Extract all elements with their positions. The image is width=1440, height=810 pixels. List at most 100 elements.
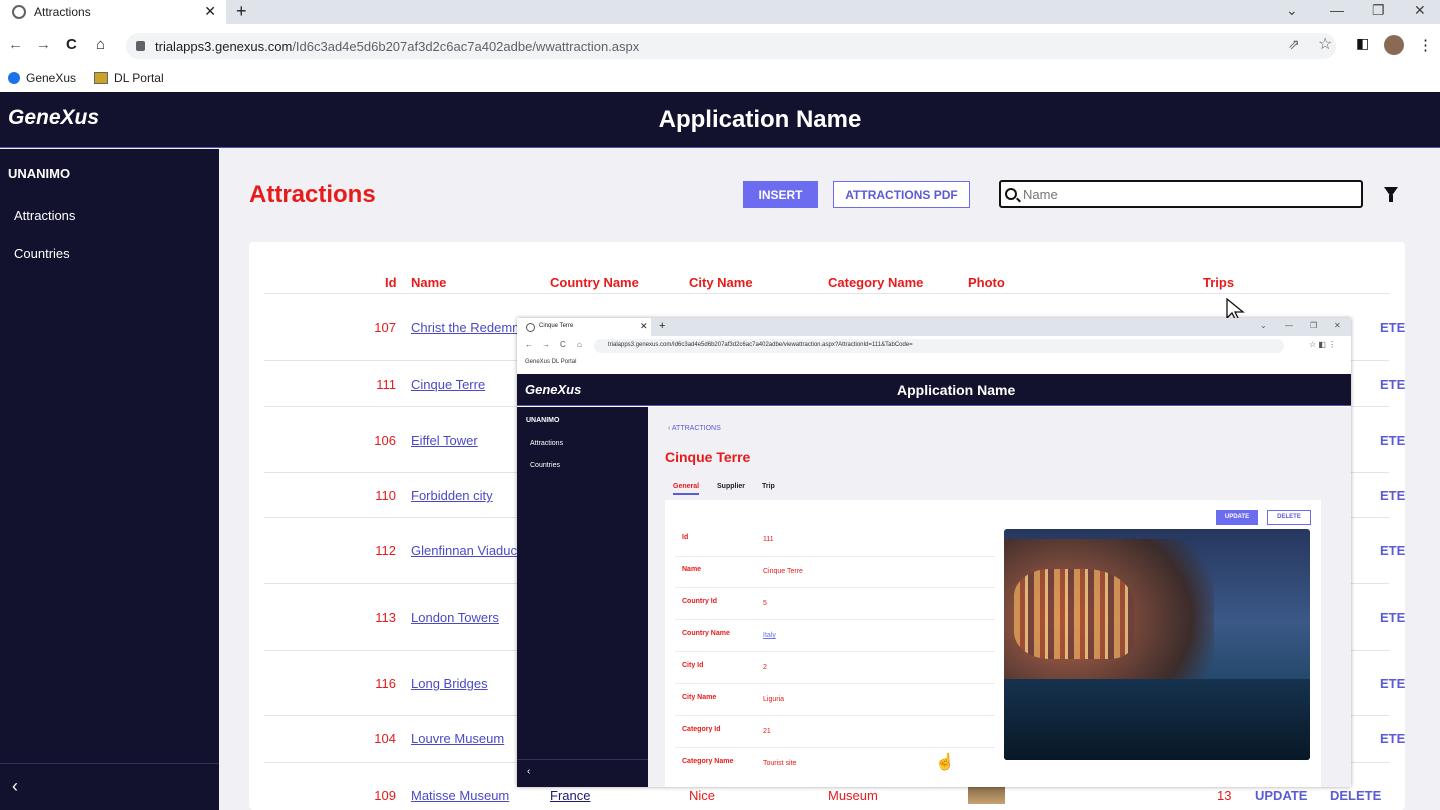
delete-link[interactable]: ETE (1380, 676, 1406, 691)
field-value: Cinque Terre (763, 568, 803, 575)
overlay-sidebar-item-attractions[interactable]: Attractions (530, 440, 563, 447)
cell-name-link[interactable]: Long Bridges (411, 676, 488, 691)
update-button[interactable]: UPDATE (1216, 510, 1258, 525)
home-icon[interactable]: ⌂ (96, 36, 105, 53)
cell-name-link[interactable]: London Towers (411, 610, 499, 625)
delete-link[interactable]: ETE (1380, 610, 1406, 625)
overlay-forward-icon[interactable]: → (542, 340, 550, 349)
filter-icon[interactable] (1384, 187, 1398, 202)
tab-supplier[interactable]: Supplier (717, 483, 745, 490)
delete-link[interactable]: ETE (1380, 731, 1406, 746)
restore-icon[interactable]: ❐ (1372, 2, 1385, 19)
col-header-id: Id (385, 275, 397, 290)
field-value: Tourist site (763, 760, 797, 767)
divider (675, 556, 995, 557)
divider (675, 715, 995, 716)
bookmark-dl-portal[interactable]: DL Portal (94, 71, 164, 85)
cell-name-link[interactable]: Cinque Terre (411, 377, 485, 392)
overlay-restore-icon[interactable]: ❐ (1310, 321, 1317, 330)
sidebar-item-attractions[interactable]: Attractions (14, 208, 75, 223)
update-link[interactable]: UPDATE (1255, 788, 1307, 803)
cell-id: 107 (374, 320, 396, 335)
minimize-icon[interactable]: — (1330, 2, 1344, 18)
field-label: Country Id (682, 598, 717, 605)
delete-link[interactable]: ETE (1380, 488, 1406, 503)
new-tab-icon[interactable]: + (236, 1, 247, 22)
close-window-icon[interactable]: ✕ (1414, 2, 1426, 19)
cell-name-link[interactable]: Louvre Museum (411, 731, 504, 746)
overlay-star-icon[interactable]: ☆ ◧ ⋮ (1309, 340, 1336, 349)
col-header-trips: Trips (1203, 275, 1235, 290)
overlay-close-tab-icon[interactable]: ✕ (640, 321, 648, 332)
url-host: trialapps3.genexus.com (155, 38, 293, 54)
sidepanel-icon[interactable]: ◧ (1356, 35, 1369, 52)
divider (675, 747, 995, 748)
delete-link[interactable]: ETE (1380, 543, 1406, 558)
delete-link[interactable]: DELETE (1330, 788, 1381, 803)
attraction-photo (1004, 529, 1310, 760)
cell-name-link[interactable]: Eiffel Tower (411, 433, 478, 448)
overlay-collapse-icon[interactable]: ‹ (517, 759, 648, 777)
tab-search-icon[interactable]: ⌄ (1286, 2, 1298, 19)
overlay-back-icon[interactable]: ← (525, 340, 533, 349)
bookmark-label: GeneXus (26, 71, 77, 85)
collapse-sidebar-icon[interactable]: ‹ (0, 763, 219, 810)
field-value-link[interactable]: Italy (763, 632, 776, 639)
close-tab-icon[interactable]: ✕ (204, 3, 216, 20)
overlay-minimize-icon[interactable]: — (1285, 321, 1293, 330)
delete-link[interactable]: ETE (1380, 377, 1406, 392)
field-value: 2 (763, 664, 767, 671)
field-label: Category Name (682, 758, 734, 765)
cell-name-link[interactable]: Christ the Redemm (411, 320, 523, 335)
overlay-new-tab-icon[interactable]: + (659, 320, 665, 332)
cell-id: 110 (375, 488, 396, 503)
cell-country-link[interactable]: France (550, 788, 590, 803)
divider (675, 651, 995, 652)
menu-icon[interactable]: ⋮ (1418, 36, 1433, 54)
share-icon[interactable]: ⇗ (1288, 36, 1300, 53)
cell-id: 116 (375, 676, 396, 691)
cell-name-link[interactable]: Forbidden city (411, 488, 493, 503)
field-value: 21 (763, 728, 771, 735)
lock-icon (136, 41, 145, 51)
cell-id: 112 (375, 543, 396, 558)
search-box[interactable] (999, 180, 1363, 208)
delete-button[interactable]: DELETE (1267, 510, 1311, 525)
attractions-pdf-button[interactable]: ATTRACTIONS PDF (833, 181, 970, 208)
overlay-home-icon[interactable]: ⌂ (577, 340, 582, 349)
overlay-app-header: GeneXus Application Name (517, 374, 1351, 406)
browser-tab[interactable]: Attractions ✕ (0, 0, 226, 24)
cell-name-link[interactable]: Glenfinnan Viaduct (411, 543, 521, 558)
overlay-reload-icon[interactable]: C (560, 340, 566, 349)
bookmark-genexus[interactable]: GeneXus (8, 71, 76, 85)
reload-icon[interactable]: C (66, 36, 77, 53)
sidebar: UNANIMO Attractions Countries ‹ (0, 149, 219, 810)
back-to-attractions-link[interactable]: ‹ ATTRACTIONS (668, 425, 721, 432)
overlay-close-window-icon[interactable]: ✕ (1334, 321, 1341, 330)
overlay-tab[interactable]: Cinque Terre (517, 318, 651, 336)
photo-thumbnail (968, 302, 1005, 316)
tab-general[interactable]: General (673, 483, 700, 495)
overlay-sidebar-item-countries[interactable]: Countries (530, 462, 560, 469)
overlay-tab-search-icon[interactable]: ⌄ (1260, 321, 1267, 330)
cell-name-link[interactable]: Matisse Museum (411, 788, 509, 803)
overlay-tab-strip: Cinque Terre ✕ + ⌄ — ❐ ✕ (517, 318, 1351, 336)
cell-category: Museum (828, 788, 878, 803)
tab-trip[interactable]: Trip (762, 483, 775, 490)
delete-link[interactable]: ETE (1380, 433, 1406, 448)
back-icon[interactable]: ← (8, 36, 23, 53)
sidebar-item-countries[interactable]: Countries (14, 246, 70, 261)
overlay-app-title: Application Name (897, 382, 1016, 398)
forward-icon[interactable]: → (36, 36, 51, 53)
star-icon[interactable]: ☆ (1318, 34, 1332, 54)
search-input[interactable] (1023, 186, 1343, 202)
field-value: Liguria (763, 696, 785, 703)
avatar[interactable] (1384, 35, 1404, 55)
page-title: Attractions (249, 181, 376, 208)
insert-button[interactable]: INSERT (743, 181, 818, 208)
delete-link[interactable]: ETE (1380, 320, 1406, 335)
overlay-address-bar[interactable]: trialapps3.genexus.com/Id6c3ad4e5d6b207a… (594, 339, 1284, 353)
address-bar[interactable]: trialapps3.genexus.com/Id6c3ad4e5d6b207a… (126, 33, 1336, 59)
col-header-photo: Photo (968, 275, 1005, 290)
col-header-city: City Name (689, 275, 753, 290)
